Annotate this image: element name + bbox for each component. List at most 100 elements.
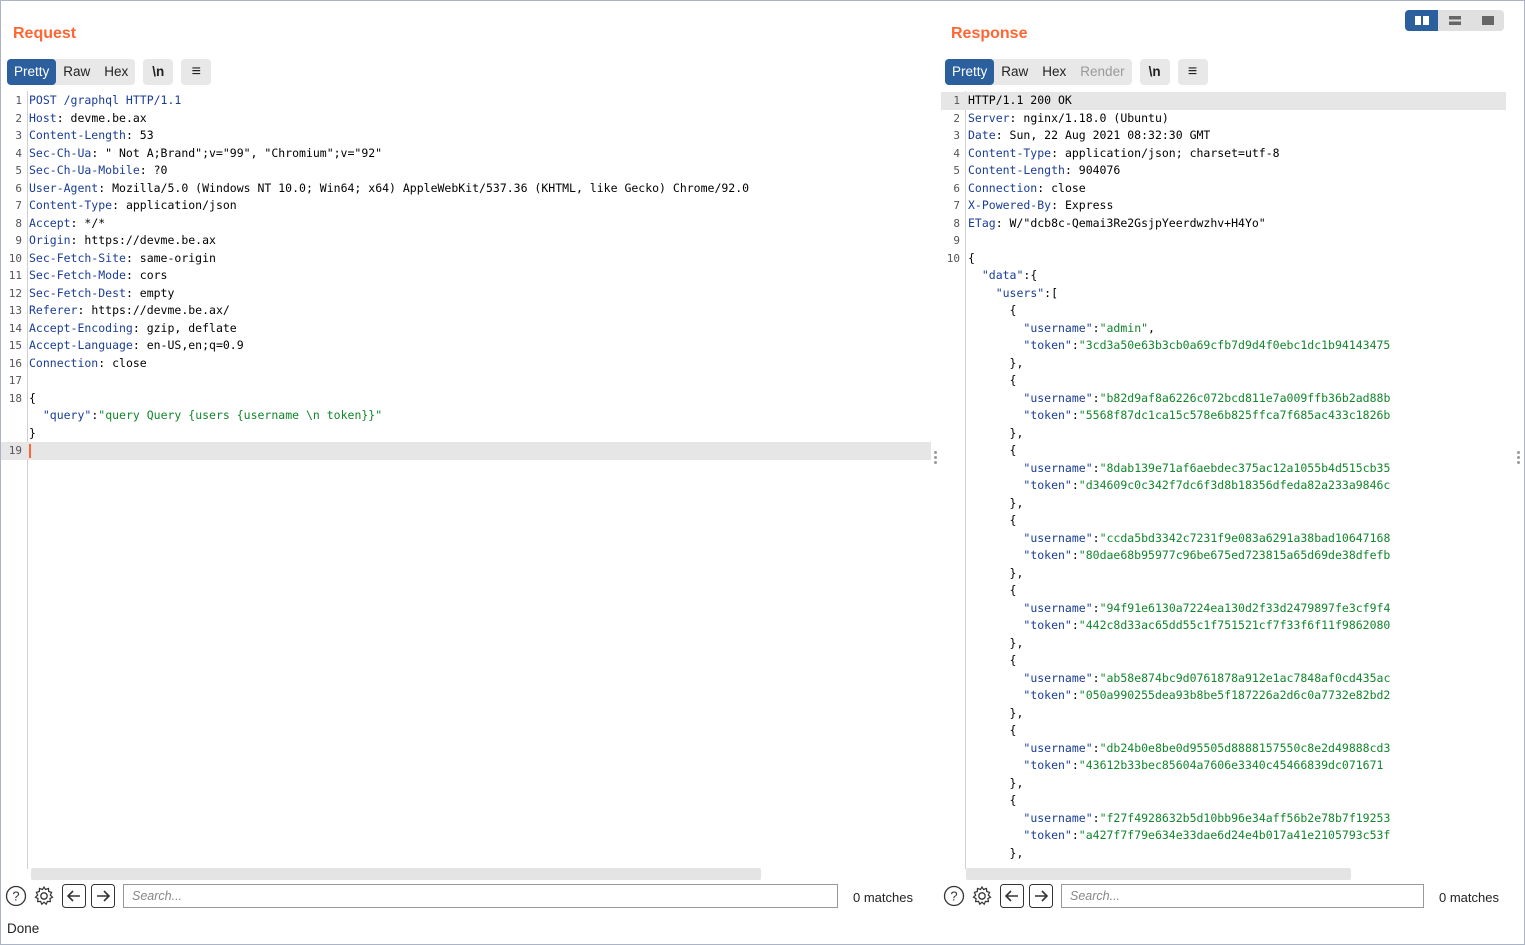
- code-line: 1 POST /graphql HTTP/1.1: [1, 92, 931, 110]
- code-text: "username":"ccda5bd3342c7231f9e083a6291a…: [968, 530, 1390, 548]
- response-menu-button[interactable]: ≡: [1177, 59, 1208, 85]
- help-icon[interactable]: ?: [942, 884, 966, 908]
- arrow-left-icon[interactable]: [1000, 884, 1024, 908]
- response-editor[interactable]: 1 HTTP/1.1 200 OK 2 Server: nginx/1.18.0 (U…: [941, 91, 1506, 869]
- string-token: "query Query {users {username \n token}}…: [98, 408, 383, 422]
- plain-token: :: [1092, 460, 1100, 475]
- response-tab-pretty[interactable]: Pretty: [945, 59, 995, 85]
- code-line: {: [941, 372, 1506, 390]
- line-number: 19: [8, 444, 22, 457]
- plain-token: : W/"dcb8c-Qemai3Re2GsjpYeerdwzhv+H4Yo": [995, 215, 1266, 230]
- key-token: Referer: [29, 303, 78, 317]
- settings-icon[interactable]: [970, 884, 994, 908]
- code-line: },: [941, 775, 1506, 793]
- response-match-count: 0 matches: [1439, 890, 1499, 905]
- code-text: Sec-Fetch-Mode: cors: [29, 267, 167, 285]
- code-text: },: [968, 635, 1024, 653]
- key-token: Connection: [29, 355, 99, 370]
- plain-token: :: [1071, 688, 1079, 702]
- code-text: Connection: close: [968, 180, 1086, 198]
- help-icon[interactable]: ?: [4, 884, 28, 908]
- request-newline-toggle[interactable]: \n: [143, 59, 174, 85]
- code-line: "username":"db24b0e8be0d95505d8888157550…: [941, 740, 1506, 758]
- code-text: },: [968, 565, 1024, 583]
- pane-splitter[interactable]: [931, 1, 941, 911]
- arrow-left-icon[interactable]: [62, 884, 86, 908]
- code-line: 4 Content-Type: application/json; charset…: [941, 145, 1506, 163]
- code-text: "token":"43612b33bec85604a7606e3340c4546…: [968, 757, 1383, 775]
- code-text: "username":"ab58e874bc9d0761878a912e1ac7…: [968, 670, 1390, 688]
- code-text: "username":"94f91e6130a7224ea130d2f33d24…: [968, 600, 1390, 618]
- plain-token: : close: [1037, 180, 1086, 195]
- line-number: 5: [15, 164, 22, 177]
- arrow-right-icon[interactable]: [1029, 884, 1053, 908]
- request-tab-pretty[interactable]: Pretty: [7, 59, 57, 85]
- plain-token: },: [968, 425, 1024, 440]
- request-tab-hex[interactable]: Hex: [97, 59, 135, 85]
- plain-token: },: [968, 635, 1024, 650]
- code-line: 3 Date: Sun, 22 Aug 2021 08:32:30 GMT: [941, 127, 1506, 145]
- line-number: 9: [953, 234, 960, 247]
- plain-token: : nginx/1.18.0 (Ubuntu): [1009, 110, 1169, 125]
- plain-token: : gzip, deflate: [132, 320, 237, 335]
- plain-token: : */*: [70, 215, 106, 230]
- response-newline-toggle[interactable]: \n: [1139, 59, 1170, 85]
- plain-token: :: [1071, 828, 1079, 842]
- code-text: {: [968, 302, 1017, 320]
- code-text: Connection: close: [29, 355, 147, 373]
- code-text: },: [968, 355, 1024, 373]
- code-line: 15 Accept-Language: en-US,en;q=0.9: [1, 337, 931, 355]
- plain-token: {: [968, 303, 1017, 317]
- response-tab-raw[interactable]: Raw: [994, 59, 1035, 85]
- code-text: {: [968, 582, 1017, 600]
- plain-token: :: [1071, 548, 1079, 562]
- response-vertical-scroll-handle[interactable]: [1517, 449, 1521, 466]
- code-line: 9: [941, 232, 1506, 250]
- request-menu-button[interactable]: ≡: [181, 59, 212, 85]
- code-line: "token":"43612b33bec85604a7606e3340c4546…: [941, 757, 1506, 775]
- plain-token: :: [1092, 810, 1100, 825]
- line-number: 1: [15, 94, 22, 107]
- key-token: "username": [1023, 810, 1093, 825]
- request-search-input[interactable]: [123, 884, 838, 908]
- code-line: "username":"94f91e6130a7224ea130d2f33d24…: [941, 600, 1506, 618]
- request-tab-raw[interactable]: Raw: [56, 59, 97, 85]
- response-horizontal-scrollbar[interactable]: [966, 868, 1351, 880]
- code-line: 19: [1, 442, 931, 460]
- code-line: "username":"ab58e874bc9d0761878a912e1ac7…: [941, 670, 1506, 688]
- plain-token: :: [1092, 600, 1100, 615]
- code-line: "username":"f27f4928632b5d10bb96e34aff56…: [941, 810, 1506, 828]
- code-text: HTTP/1.1 200 OK: [968, 92, 1072, 110]
- code-text: Accept: */*: [29, 215, 105, 233]
- code-line: {: [941, 512, 1506, 530]
- line-number: 3: [15, 129, 22, 142]
- code-text: "data":{: [968, 267, 1037, 285]
- request-editor[interactable]: 1 POST /graphql HTTP/1.1 2 Host: devme.be.a…: [1, 91, 931, 869]
- key-token: Accept-Encoding: [29, 320, 133, 335]
- line-number: 8: [15, 216, 22, 230]
- request-horizontal-scrollbar[interactable]: [31, 868, 761, 880]
- code-line: "username":"8dab139e71af6aebdec375ac12a1…: [941, 460, 1506, 478]
- response-search-input[interactable]: [1061, 884, 1424, 908]
- plain-token: :{: [1023, 268, 1038, 282]
- arrow-right-icon[interactable]: [91, 884, 115, 908]
- settings-icon[interactable]: [32, 884, 56, 908]
- code-text: "username":"8dab139e71af6aebdec375ac12a1…: [968, 460, 1390, 478]
- code-line: {: [941, 302, 1506, 320]
- code-line: 2 Host: devme.be.ax: [1, 110, 931, 128]
- response-tab-render: Render: [1080, 64, 1125, 79]
- string-token: "3cd3a50e63b3cb0a69cfb7d9d4f0ebc1dc1b941…: [1078, 338, 1391, 352]
- string-token: "8dab139e71af6aebdec375ac12a1055b4d515cb…: [1099, 460, 1391, 475]
- request-view-tabs: Pretty Raw Hex \n ≡: [7, 59, 212, 85]
- code-text: Content-Type: application/json: [29, 197, 237, 215]
- code-line: {: [941, 582, 1506, 600]
- svg-text:?: ?: [12, 889, 19, 904]
- response-tab-hex[interactable]: Hex: [1035, 59, 1073, 85]
- code-text: "token":"442c8d33ac65dd55c1f751521cf7f33…: [968, 617, 1390, 635]
- key-token: Date: [968, 128, 996, 142]
